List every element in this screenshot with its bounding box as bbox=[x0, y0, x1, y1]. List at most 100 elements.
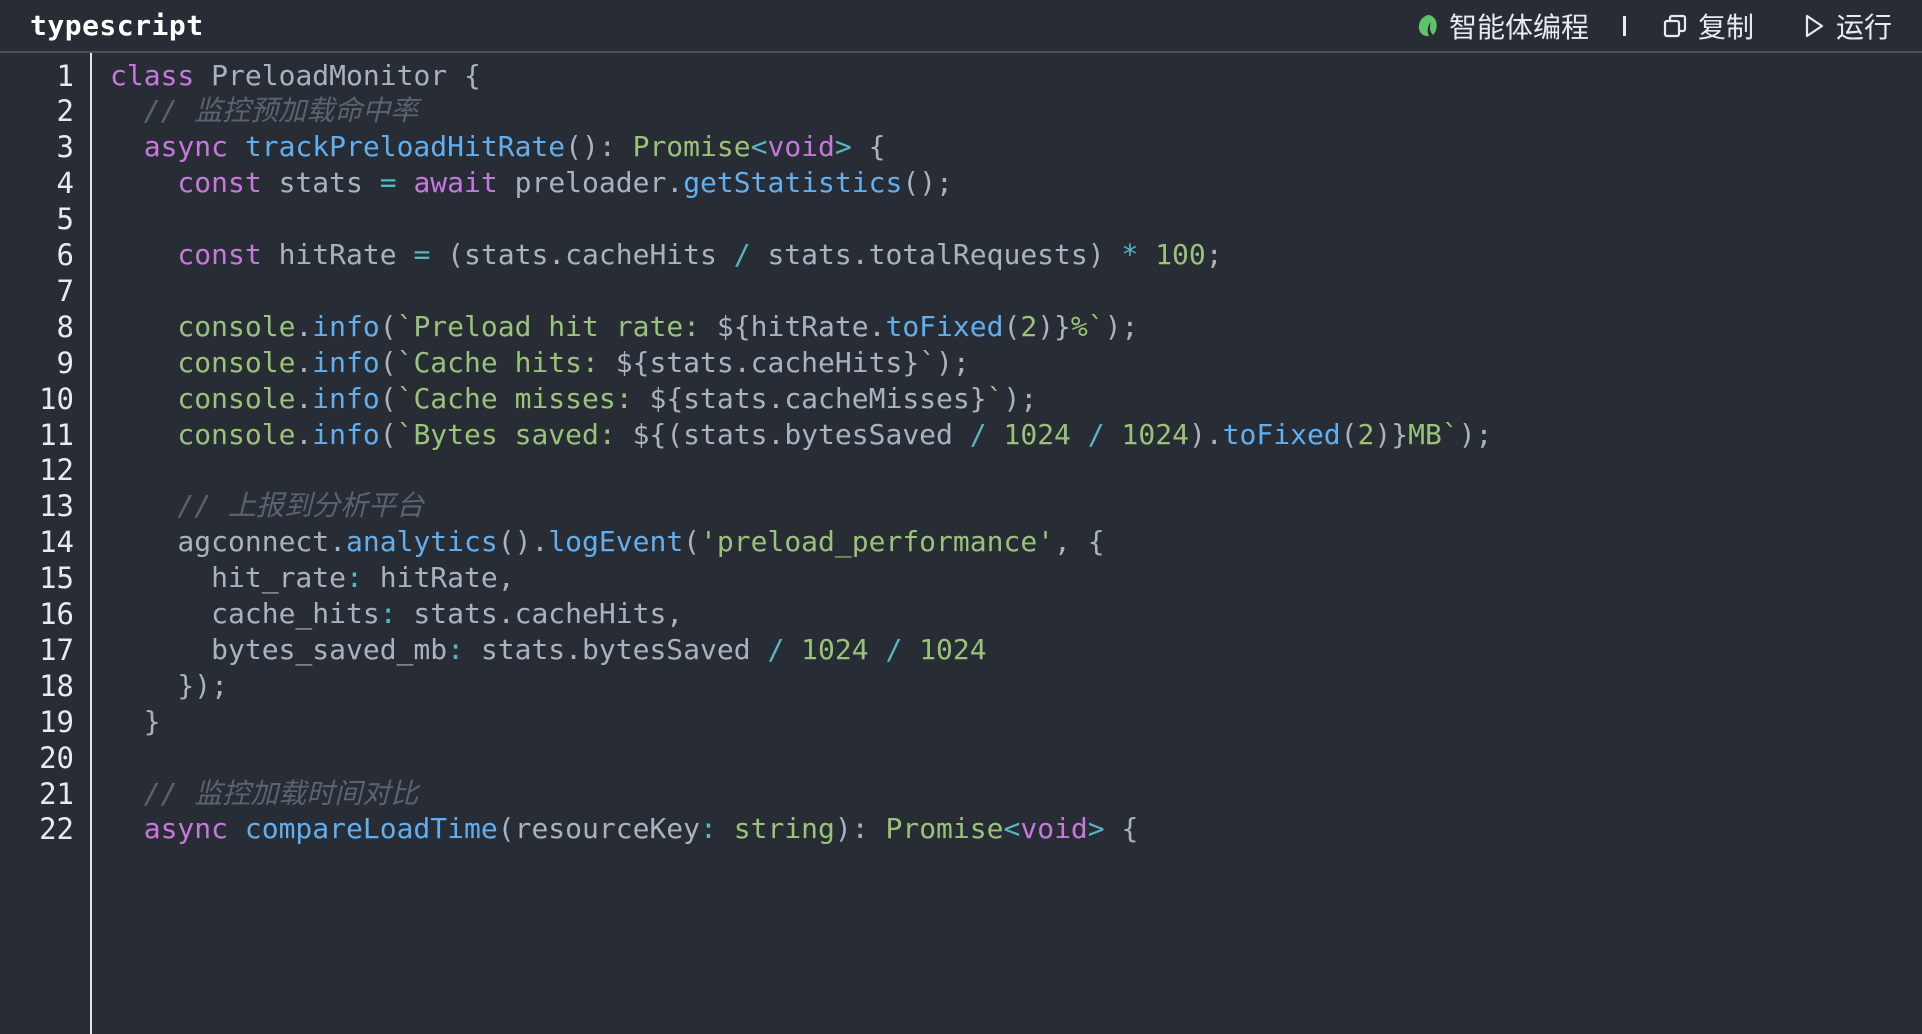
code-line: async compareLoadTime(resourceKey: strin… bbox=[110, 807, 1139, 851]
code-token: ( bbox=[379, 381, 397, 415]
code-token: async bbox=[110, 130, 245, 164]
code-token: , { bbox=[1054, 525, 1105, 559]
code-token: info bbox=[312, 417, 380, 451]
code-token: `Cache hits: bbox=[396, 345, 616, 379]
code-token: ` bbox=[919, 345, 937, 379]
code-token: { bbox=[851, 130, 886, 164]
code-token: ); bbox=[1003, 381, 1038, 415]
code-token: stats.totalRequests) bbox=[750, 238, 1122, 271]
code-token: class bbox=[110, 58, 212, 92]
code-token: 1024 bbox=[1121, 417, 1189, 451]
agent-coding-button[interactable]: 智能体编程 bbox=[1417, 6, 1589, 46]
code-token: analytics bbox=[346, 525, 498, 559]
code-token: ( bbox=[1003, 309, 1021, 343]
code-token: * bbox=[1121, 238, 1139, 271]
code-token: Promise bbox=[885, 812, 1004, 846]
code-token: 100 bbox=[1155, 238, 1206, 271]
code-token: `Cache misses: bbox=[396, 381, 650, 415]
code-token: ( bbox=[1340, 417, 1358, 451]
run-label: 运行 bbox=[1835, 11, 1892, 44]
code-token: < bbox=[750, 130, 768, 164]
code-token: compareLoadTime bbox=[244, 812, 498, 846]
code-area[interactable]: class PreloadMonitor { // 监控预加载命中率 async… bbox=[110, 53, 1922, 1034]
code-token: void bbox=[767, 130, 835, 164]
code-token: (resourceKey bbox=[497, 812, 701, 846]
play-icon bbox=[1802, 13, 1826, 39]
code-token: : bbox=[346, 561, 363, 595]
code-token: ( bbox=[683, 525, 701, 559]
code-token: Promise bbox=[632, 130, 751, 164]
code-token: < bbox=[1003, 812, 1021, 846]
code-token: preloader. bbox=[514, 166, 684, 200]
code-token: %` bbox=[1070, 309, 1105, 343]
code-token: // 监控加载时间对比 bbox=[110, 776, 419, 810]
code-token: { bbox=[447, 58, 481, 92]
code-token: ); bbox=[1458, 417, 1493, 451]
code-token: console bbox=[110, 345, 296, 379]
code-token: agconnect. bbox=[110, 525, 347, 559]
code-token: hitRate bbox=[278, 238, 414, 271]
code-token: 1024 bbox=[919, 632, 987, 666]
line-number-gutter: 1 2 3 4 5 6 7 8 9 10 11 12 13 14 15 16 17 18 19 20 21 22 bbox=[0, 53, 92, 1034]
code-token: : bbox=[700, 812, 717, 846]
code-token: 2 bbox=[1020, 309, 1038, 343]
header-actions: 智能体编程 复制 运行 bbox=[1417, 6, 1892, 46]
code-token: )} bbox=[1037, 309, 1071, 343]
code-token: / bbox=[969, 417, 987, 451]
code-token: / bbox=[767, 632, 785, 666]
language-label: typescript bbox=[30, 9, 204, 42]
run-button[interactable]: 运行 bbox=[1802, 6, 1892, 46]
code-token: toFixed bbox=[885, 309, 1004, 343]
code-token: logEvent bbox=[548, 525, 684, 559]
code-editor[interactable]: 1 2 3 4 5 6 7 8 9 10 11 12 13 14 15 16 17 18 19 20 21 22 clas… bbox=[0, 53, 1922, 1034]
code-line: const stats = await preloader.getStatist… bbox=[110, 161, 953, 205]
code-token: trackPreloadHitRate bbox=[244, 130, 566, 164]
code-token: info bbox=[312, 381, 380, 415]
code-token: / bbox=[885, 632, 903, 666]
divider bbox=[1622, 16, 1626, 36]
code-token: ( bbox=[379, 417, 397, 451]
code-token: ${(stats.bytesSaved bbox=[632, 417, 970, 451]
code-token: 2 bbox=[1357, 417, 1375, 451]
code-token: await bbox=[396, 166, 515, 200]
code-token: stats.bytesSaved bbox=[464, 632, 768, 666]
code-token: > bbox=[834, 130, 852, 164]
code-token: getStatistics bbox=[683, 166, 903, 200]
code-token: 1024 bbox=[801, 632, 869, 666]
code-token: stats bbox=[278, 166, 380, 200]
code-token: `Bytes saved: bbox=[396, 417, 633, 451]
code-token: ( bbox=[379, 345, 397, 379]
code-token: `Preload hit rate: bbox=[396, 309, 717, 343]
code-token: PreloadMonitor bbox=[211, 58, 448, 92]
code-token: )} bbox=[1374, 417, 1409, 451]
code-token: ): bbox=[834, 812, 886, 846]
code-token: const bbox=[110, 166, 279, 200]
code-token: info bbox=[312, 345, 380, 379]
code-token: console bbox=[110, 309, 296, 343]
code-token: stats.cacheHits, bbox=[396, 597, 684, 630]
code-line: } bbox=[110, 700, 161, 744]
copy-icon bbox=[1662, 13, 1688, 39]
leaf-icon bbox=[1417, 14, 1439, 38]
code-token: / bbox=[1087, 417, 1105, 451]
code-token: 1024 bbox=[1003, 417, 1071, 451]
copy-label: 复制 bbox=[1697, 11, 1754, 44]
code-token: . bbox=[295, 381, 313, 415]
code-token: : bbox=[379, 597, 397, 630]
code-token: > bbox=[1087, 812, 1105, 846]
code-token: async bbox=[110, 812, 245, 846]
code-token: bytes_saved_mb bbox=[110, 632, 448, 666]
code-token: { bbox=[1104, 812, 1139, 846]
copy-button[interactable]: 复制 bbox=[1662, 6, 1754, 46]
code-block-header: typescript 智能体编程 复制 运行 bbox=[0, 0, 1922, 53]
code-token: 'preload_performance' bbox=[700, 525, 1055, 559]
code-token: (): bbox=[565, 130, 633, 164]
code-line: bytes_saved_mb: stats.bytesSaved / 1024 … bbox=[110, 628, 987, 672]
